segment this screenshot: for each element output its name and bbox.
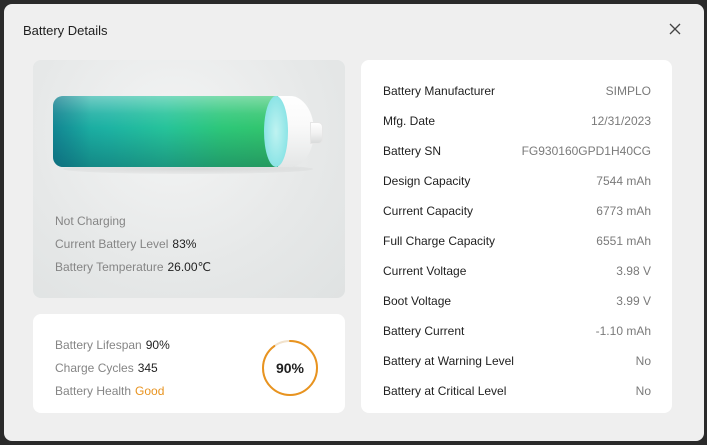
battery-status-info: Not Charging Current Battery Level 83% Ba… xyxy=(55,210,211,279)
lifespan-row: Battery Lifespan 90% xyxy=(55,334,170,357)
detail-value: 12/31/2023 xyxy=(590,114,651,128)
detail-row: Current Capacity 6773 mAh xyxy=(361,196,672,226)
detail-value: 6773 mAh xyxy=(596,204,651,218)
battery-status-card: Not Charging Current Battery Level 83% Ba… xyxy=(33,60,345,298)
detail-label: Design Capacity xyxy=(383,174,471,188)
detail-value: 7544 mAh xyxy=(596,174,651,188)
battery-level-row: Current Battery Level 83% xyxy=(55,233,211,256)
battery-terminal xyxy=(310,122,323,144)
detail-label: Mfg. Date xyxy=(383,114,436,128)
detail-row: Design Capacity 7544 mAh xyxy=(361,166,672,196)
battery-health-info: Battery Lifespan 90% Charge Cycles 345 Bat… xyxy=(55,334,170,403)
detail-label: Current Capacity xyxy=(383,204,474,218)
lifespan-gauge-value: 90% xyxy=(275,360,305,376)
charge-cycles-value: 345 xyxy=(137,361,158,375)
detail-row: Current Voltage 3.98 V xyxy=(361,256,672,286)
battery-fill xyxy=(53,96,278,167)
close-icon xyxy=(669,23,681,35)
detail-label: Current Voltage xyxy=(383,264,467,278)
detail-value: -1.10 mAh xyxy=(595,324,651,338)
battery-details-dialog: Battery Details Not Charging Current Bat… xyxy=(4,4,704,441)
detail-row: Battery Current -1.10 mAh xyxy=(361,316,672,346)
battery-health-value: Good xyxy=(135,384,165,398)
detail-value: 6551 mAh xyxy=(596,234,651,248)
detail-label: Battery Current xyxy=(383,324,465,338)
battery-temperature-label: Battery Temperature xyxy=(55,260,164,274)
battery-health-row: Battery Health Good xyxy=(55,380,170,403)
detail-label: Battery at Critical Level xyxy=(383,384,507,398)
detail-label: Battery Manufacturer xyxy=(383,84,496,98)
detail-row: Full Charge Capacity 6551 mAh xyxy=(361,226,672,256)
battery-temperature-value: 26.00℃ xyxy=(167,260,212,274)
detail-value: No xyxy=(635,354,651,368)
detail-value: SIMPLO xyxy=(605,84,651,98)
detail-row: Battery Manufacturer SIMPLO xyxy=(361,76,672,106)
battery-temperature-row: Battery Temperature 26.00℃ xyxy=(55,256,211,279)
detail-label: Full Charge Capacity xyxy=(383,234,496,248)
close-button[interactable] xyxy=(664,18,686,40)
dialog-title: Battery Details xyxy=(23,23,108,38)
battery-fill-edge xyxy=(264,96,288,167)
detail-row: Mfg. Date 12/31/2023 xyxy=(361,106,672,136)
charge-cycles-row: Charge Cycles 345 xyxy=(55,357,170,380)
battery-details-list: Battery Manufacturer SIMPLO Mfg. Date 12/31… xyxy=(361,60,672,413)
battery-level-label: Current Battery Level xyxy=(55,237,169,251)
detail-label: Battery at Warning Level xyxy=(383,354,514,368)
detail-value: 3.98 V xyxy=(616,264,651,278)
detail-row: Battery at Critical Level No xyxy=(361,376,672,406)
lifespan-value: 90% xyxy=(145,338,170,352)
battery-level-value: 83% xyxy=(172,237,197,251)
detail-row: Battery at Warning Level No xyxy=(361,346,672,376)
detail-label: Battery SN xyxy=(383,144,442,158)
battery-health-card: Battery Lifespan 90% Charge Cycles 345 Bat… xyxy=(33,314,345,413)
lifespan-gauge: 90% xyxy=(261,339,319,397)
battery-health-label: Battery Health xyxy=(55,384,132,398)
battery-level-graphic xyxy=(53,94,328,174)
charge-cycles-label: Charge Cycles xyxy=(55,361,134,375)
lifespan-label: Battery Lifespan xyxy=(55,338,142,352)
detail-row: Battery SN FG930160GPD1H40CG xyxy=(361,136,672,166)
charging-state: Not Charging xyxy=(55,214,126,228)
detail-row: Boot Voltage 3.99 V xyxy=(361,286,672,316)
detail-value: 3.99 V xyxy=(616,294,651,308)
detail-value: No xyxy=(635,384,651,398)
detail-value: FG930160GPD1H40CG xyxy=(521,144,651,158)
detail-label: Boot Voltage xyxy=(383,294,452,308)
